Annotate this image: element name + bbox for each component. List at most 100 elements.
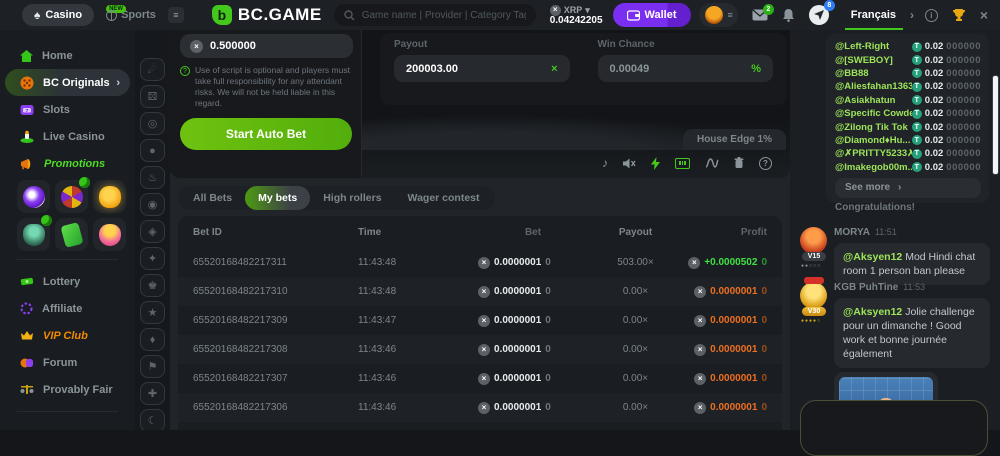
notifications-button[interactable] <box>782 8 795 22</box>
mention-link[interactable]: @Aksyen12 <box>843 251 902 263</box>
winner-amount-trailing: 000000 <box>946 55 981 66</box>
game-rail-icon[interactable]: ● <box>140 139 165 162</box>
table-row[interactable]: 65520168482217307 11:43:46 ×0.00000010 0… <box>178 364 782 393</box>
winner-item[interactable]: @Specific CowdenT0.02000000 <box>835 107 981 120</box>
table-row[interactable]: 65520168482217306 11:43:46 ×0.00000010 0… <box>178 393 782 422</box>
winner-item[interactable]: @✗PRITTY5233✗T0.02000000 <box>835 147 981 160</box>
mention-link[interactable]: @Aksyen12 <box>843 306 902 318</box>
promo-tile-piggy[interactable] <box>93 180 126 213</box>
sidebar-item-slots[interactable]: 7 Slots <box>0 96 135 123</box>
sidebar-item-forum[interactable]: Forum <box>0 349 135 376</box>
game-rail-icon[interactable]: ♨ <box>140 166 165 189</box>
tab-wager-contest[interactable]: Wager contest <box>395 186 493 210</box>
promo-tile-spin[interactable] <box>17 180 50 213</box>
tether-coin-icon: T <box>912 122 922 132</box>
winner-item[interactable]: @Imakegob00m...T0.02000000 <box>835 161 981 174</box>
user-avatar[interactable] <box>800 282 827 309</box>
bc-game-logo[interactable]: b BC.GAME <box>212 5 322 25</box>
winner-item[interactable]: @Left-RightT0.02000000 <box>835 40 981 53</box>
balance-selector[interactable]: × XRP ▾ 0.04242205 <box>550 5 603 26</box>
info-icon[interactable]: i <box>925 9 938 22</box>
promo-tile-rewards[interactable] <box>93 218 126 251</box>
payout-value: 200003.00 <box>406 63 458 75</box>
game-rail-icon[interactable]: ⚑ <box>140 355 165 378</box>
sports-toggle[interactable]: NEW Sports <box>100 9 162 21</box>
search-input[interactable] <box>362 10 526 21</box>
xrp-coin-icon: × <box>694 315 706 327</box>
trophy-icon[interactable] <box>952 8 966 22</box>
tab-all-bets[interactable]: All Bets <box>180 186 245 210</box>
seed-icon[interactable] <box>734 157 744 169</box>
winner-item[interactable]: @Zilong Tik TokT0.02000000 <box>835 120 981 133</box>
help-icon[interactable]: ? <box>759 157 772 170</box>
chevron-right-icon: › <box>116 77 120 89</box>
sidebar-item-vip-club[interactable]: VIP Club <box>0 322 135 349</box>
sidebar-item-bc-originals[interactable]: BC Originals › <box>5 69 130 96</box>
bet-amount-trailing: 0 <box>545 373 551 384</box>
game-rail-icon[interactable]: ♚ <box>140 274 165 297</box>
music-toggle-icon[interactable]: ♪ <box>602 156 608 170</box>
winner-item[interactable]: @BB88T0.02000000 <box>835 67 981 80</box>
turbo-icon[interactable] <box>651 157 660 170</box>
chat-scrollbar[interactable] <box>992 75 999 175</box>
winner-item[interactable]: @Diamond♦Hu...T0.02000000 <box>835 134 981 147</box>
tether-coin-icon: T <box>912 135 922 145</box>
tab-my-bets[interactable]: My bets <box>245 186 310 210</box>
sidebar-item-promotions[interactable]: Promotions <box>0 150 135 177</box>
start-auto-bet-button[interactable]: Start Auto Bet <box>180 118 352 150</box>
bet-time: 11:43:47 <box>358 315 478 326</box>
table-row[interactable]: 65520168482217308 11:43:46 ×0.00000010 0… <box>178 335 782 364</box>
sidebar-item-provably-fair[interactable]: Provably Fair <box>0 376 135 403</box>
table-row[interactable]: 65520168482217311 11:43:48 ×0.00000010 5… <box>178 248 782 277</box>
winner-item[interactable]: @Aliesfahan1363T0.02000000 <box>835 80 981 93</box>
sound-toggle-icon[interactable] <box>623 158 636 169</box>
hotkeys-icon[interactable] <box>675 158 690 169</box>
win-chance-input[interactable]: 0.00049 % <box>598 55 774 82</box>
promo-tile-rakeback[interactable] <box>17 218 50 251</box>
language-selector[interactable]: Français › <box>851 0 914 30</box>
user-avatar[interactable] <box>705 6 723 24</box>
wallet-button[interactable]: Wallet <box>613 3 691 27</box>
close-icon[interactable]: × <box>980 7 988 23</box>
user-avatar[interactable] <box>800 227 827 254</box>
sidebar-item-affiliate[interactable]: Affiliate <box>0 295 135 322</box>
bet-amount-trailing: 0 <box>545 315 551 326</box>
bet-amount: 0.0000001 <box>494 315 541 326</box>
game-rail-icon[interactable]: ✦ <box>140 247 165 270</box>
bet-profit-trailing: 0 <box>761 373 767 384</box>
profile-menu[interactable]: ≡ <box>699 3 738 27</box>
game-rail-icon[interactable]: ★ <box>140 301 165 324</box>
game-rail-icon[interactable]: ◎ <box>140 112 165 135</box>
game-search[interactable] <box>334 4 536 26</box>
header-bet-id: Bet ID <box>193 227 358 238</box>
trends-icon[interactable] <box>705 158 719 168</box>
see-more-button[interactable]: See more › <box>835 178 981 198</box>
mail-button[interactable]: 2 <box>752 9 768 21</box>
sidebar-item-live-casino[interactable]: Live Casino <box>0 123 135 150</box>
sidebar-item-lottery[interactable]: Lottery <box>0 268 135 295</box>
chat-toggle-button[interactable]: 8 <box>809 5 829 25</box>
menu-icon[interactable]: ≡ <box>168 7 184 23</box>
game-rail-icon[interactable]: ☾ <box>140 409 165 430</box>
game-rail-icon[interactable]: ⚄ <box>140 85 165 108</box>
bet-amount-input[interactable]: × 0.500000 <box>180 34 353 58</box>
winner-item[interactable]: @[SWEBOY]T0.02000000 <box>835 53 981 66</box>
game-rail-icon[interactable]: ◈ <box>140 220 165 243</box>
casino-toggle-label: Casino <box>45 9 82 21</box>
payout-input[interactable]: 200003.00 × <box>394 55 570 82</box>
game-rail-icon[interactable]: ♦ <box>140 328 165 351</box>
tab-high-rollers[interactable]: High rollers <box>310 186 394 210</box>
table-row[interactable]: 65520168482217310 11:43:48 ×0.00000010 0… <box>178 277 782 306</box>
casino-toggle[interactable]: ♠ Casino <box>22 4 94 26</box>
bet-amount: 0.0000001 <box>494 257 541 268</box>
game-rail-icon[interactable]: ✚ <box>140 382 165 405</box>
table-row[interactable]: 65520168482217309 11:43:47 ×0.00000010 0… <box>178 306 782 335</box>
promo-tile-bonus[interactable] <box>55 218 88 251</box>
promo-tile-wheel[interactable] <box>55 180 88 213</box>
game-rail-icon[interactable]: ◉ <box>140 193 165 216</box>
game-rail-icon[interactable]: ☄ <box>140 58 165 81</box>
sidebar-item-home[interactable]: Home <box>0 42 135 69</box>
chat-input[interactable] <box>800 400 988 456</box>
bet-amount: 0.0000001 <box>494 286 541 297</box>
winner-item[interactable]: @AsiakhatunT0.02000000 <box>835 94 981 107</box>
